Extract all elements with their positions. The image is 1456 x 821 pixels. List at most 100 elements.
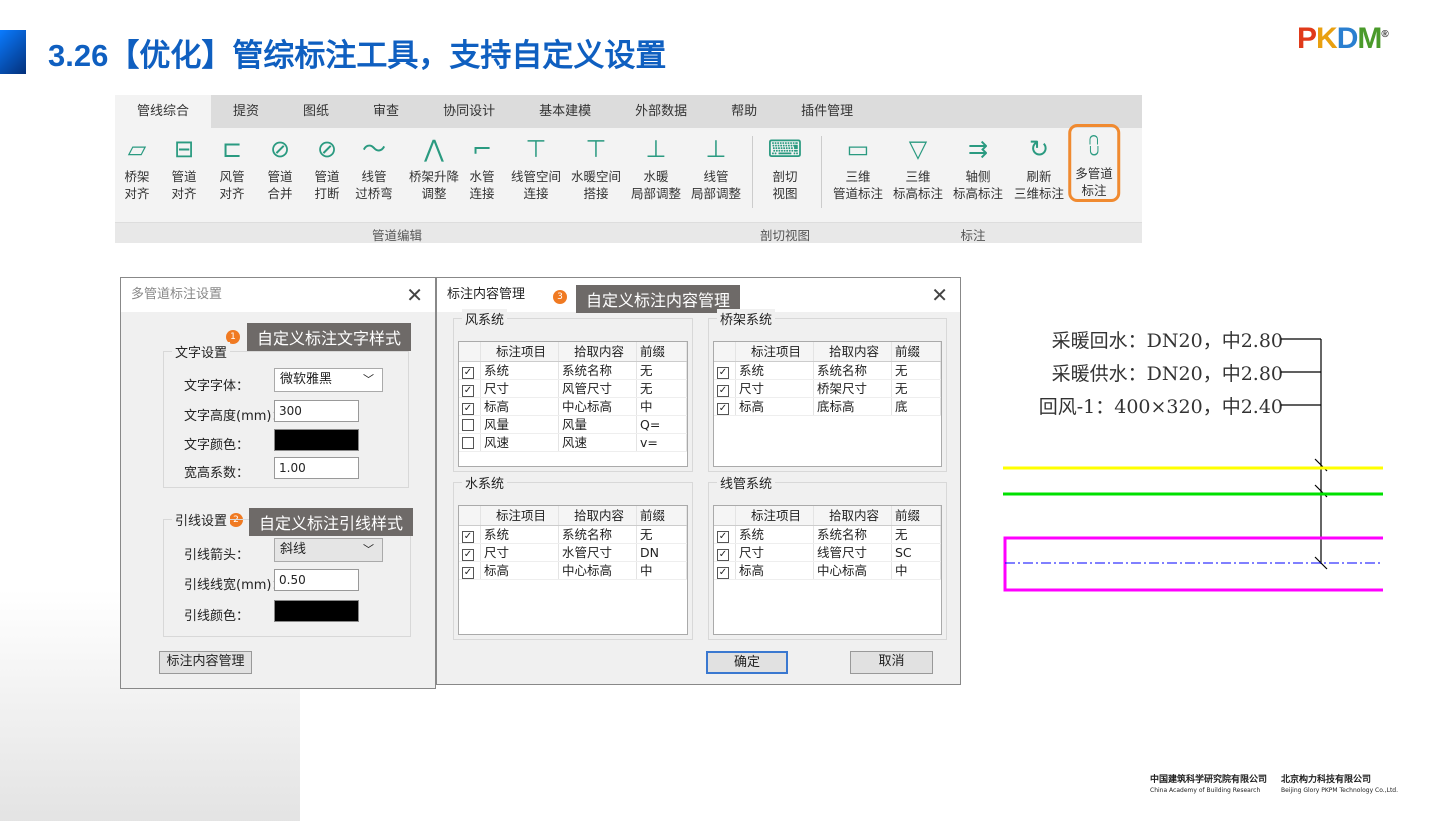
group-label: 水系统 bbox=[462, 473, 508, 492]
column-header: 前缀 bbox=[637, 342, 687, 361]
content-table: 标注项目 拾取内容 前缀 ✓ 系统 系统名称无 ✓ 尺寸 线管尺寸 SC ✓ 标高 中心标高中 bbox=[713, 505, 942, 635]
ribbon-button-9[interactable]: ⊤ 水暖空间 搭接 bbox=[571, 130, 621, 202]
tab-6[interactable]: 外部数据 bbox=[613, 95, 709, 128]
text-height-input[interactable]: 300 bbox=[274, 400, 359, 422]
pick-cell[interactable]: 系统名称 bbox=[814, 526, 892, 543]
ribbon-button-8[interactable]: ⊤ 线管空间 连接 bbox=[511, 130, 561, 202]
prefix-cell[interactable]: 底 bbox=[892, 398, 941, 415]
tab-2[interactable]: 图纸 bbox=[281, 95, 351, 128]
cancel-button[interactable]: 取消 bbox=[850, 651, 933, 674]
button-label: 打断 bbox=[314, 186, 340, 201]
row-checkbox[interactable]: ✓ bbox=[462, 403, 474, 415]
ribbon-button-6[interactable]: ⋀ 桥架升降 调整 bbox=[409, 130, 459, 202]
pick-cell[interactable]: 风速 bbox=[559, 434, 637, 451]
pick-cell[interactable]: 中心标高 bbox=[559, 398, 637, 415]
font-select[interactable]: 微软雅黑 ﹀ bbox=[274, 368, 383, 392]
column-header: 拾取内容 bbox=[814, 506, 892, 525]
pick-cell[interactable]: 系统名称 bbox=[559, 362, 637, 379]
prefix-cell[interactable]: Q= bbox=[637, 416, 687, 433]
item-cell: 系统 bbox=[481, 362, 559, 379]
row-checkbox[interactable]: ✓ bbox=[462, 549, 474, 561]
ribbon-button-3[interactable]: ⊘ 管道 合并 bbox=[267, 130, 292, 202]
prefix-cell[interactable]: 中 bbox=[892, 562, 941, 579]
ribbon-button-1[interactable]: ⊟ 管道 对齐 bbox=[171, 130, 196, 202]
tab-8[interactable]: 插件管理 bbox=[779, 95, 875, 128]
ribbon-button-2[interactable]: ⊏ 风管 对齐 bbox=[219, 130, 244, 202]
ribbon-button-13[interactable]: ▭ 三维 管道标注 bbox=[833, 130, 883, 202]
ribbon-button-11[interactable]: ⊥ 线管 局部调整 bbox=[691, 130, 741, 202]
row-checkbox[interactable]: ✓ bbox=[717, 403, 729, 415]
pick-cell[interactable]: 中心标高 bbox=[559, 562, 637, 579]
tab-1[interactable]: 提资 bbox=[211, 95, 281, 128]
ribbon-button-0[interactable]: ▱ 桥架 对齐 bbox=[124, 130, 149, 202]
prefix-cell[interactable]: 无 bbox=[892, 526, 941, 543]
conduit-bend-icon: 〜 bbox=[361, 135, 386, 163]
row-checkbox[interactable]: ✓ bbox=[462, 367, 474, 379]
ribbon-button-4[interactable]: ⊘ 管道 打断 bbox=[314, 130, 339, 202]
pick-cell[interactable]: 线管尺寸 bbox=[814, 544, 892, 561]
row-checkbox[interactable]: ✓ bbox=[717, 367, 729, 379]
prefix-cell[interactable]: 无 bbox=[892, 380, 941, 397]
prefix-cell[interactable]: 无 bbox=[637, 380, 687, 397]
prefix-cell[interactable]: SC bbox=[892, 544, 941, 561]
dialog-title-bar: 多管道标注设置 ✕ bbox=[121, 278, 435, 312]
pick-cell[interactable]: 系统名称 bbox=[559, 526, 637, 543]
text-color-swatch[interactable] bbox=[274, 429, 359, 451]
close-icon[interactable]: ✕ bbox=[931, 278, 948, 312]
row-checkbox[interactable]: ✓ bbox=[717, 531, 729, 543]
button-label: 连接 bbox=[469, 186, 495, 201]
row-checkbox[interactable]: ✓ bbox=[462, 567, 474, 579]
arrow-select[interactable]: 斜线 ﹀ bbox=[274, 538, 383, 562]
ratio-input[interactable]: 1.00 bbox=[274, 457, 359, 479]
pick-cell[interactable]: 系统名称 bbox=[814, 362, 892, 379]
table-header: 标注项目 拾取内容 前缀 bbox=[459, 506, 687, 526]
pick-cell[interactable]: 中心标高 bbox=[814, 562, 892, 579]
ribbon-button-5[interactable]: 〜线管 过桥弯 bbox=[355, 130, 393, 202]
group-label: 线管系统 bbox=[717, 473, 776, 492]
ribbon: 管线综合 提资 图纸 审查 协同设计 基本建模 外部数据 帮助 插件管理 ▱ 桥架 对齐 ⊟ 管道 对齐 ⊏… bbox=[115, 95, 1142, 243]
button-label: 桥架 bbox=[124, 169, 150, 184]
pick-cell[interactable]: 风量 bbox=[559, 416, 637, 433]
ribbon-button-10[interactable]: ⊥ 水暖 局部调整 bbox=[631, 130, 681, 202]
ribbon-button-7[interactable]: ⌐ 水管 连接 bbox=[469, 130, 494, 202]
ribbon-button-16[interactable]: ↻ 刷新 三维标注 bbox=[1014, 130, 1064, 202]
text-color-label: 文字颜色： bbox=[184, 438, 250, 453]
prefix-cell[interactable]: DN bbox=[637, 544, 687, 561]
row-checkbox[interactable] bbox=[462, 437, 474, 449]
ribbon-button-14[interactable]: ▽ 三维 标高标注 bbox=[893, 130, 943, 202]
ribbon-button-12[interactable]: ⌨ 剖切 视图 bbox=[768, 130, 803, 202]
table-row: ✓ 标高 中心标高中 bbox=[714, 562, 941, 580]
prefix-cell[interactable]: 无 bbox=[892, 362, 941, 379]
prefix-cell[interactable]: 无 bbox=[637, 526, 687, 543]
prefix-cell[interactable]: 中 bbox=[637, 398, 687, 415]
tab-3[interactable]: 审查 bbox=[351, 95, 421, 128]
row-checkbox[interactable]: ✓ bbox=[717, 567, 729, 579]
tab-4[interactable]: 协同设计 bbox=[421, 95, 517, 128]
ok-button[interactable]: 确定 bbox=[706, 651, 788, 674]
ribbon-button-15[interactable]: ⇉ 轴侧 标高标注 bbox=[953, 130, 1003, 202]
row-checkbox[interactable]: ✓ bbox=[462, 385, 474, 397]
button-label: 线管 bbox=[703, 169, 729, 184]
prefix-cell[interactable]: v= bbox=[637, 434, 687, 451]
prefix-cell[interactable]: 中 bbox=[637, 562, 687, 579]
ribbon-button-17[interactable]: ⩇ 多管道 标注 bbox=[1068, 124, 1120, 202]
row-checkbox[interactable] bbox=[462, 419, 474, 431]
row-checkbox[interactable]: ✓ bbox=[717, 385, 729, 397]
leader-width-input[interactable]: 0.50 bbox=[274, 569, 359, 591]
tab-5[interactable]: 基本建模 bbox=[517, 95, 613, 128]
pick-cell[interactable]: 底标高 bbox=[814, 398, 892, 415]
row-checkbox[interactable]: ✓ bbox=[462, 531, 474, 543]
button-label: 水管 bbox=[469, 169, 495, 184]
row-checkbox[interactable]: ✓ bbox=[717, 549, 729, 561]
prefix-cell[interactable]: 无 bbox=[637, 362, 687, 379]
close-icon[interactable]: ✕ bbox=[406, 278, 423, 312]
table-row: ✓ 系统 系统名称无 bbox=[459, 362, 687, 380]
content-manage-button[interactable]: 标注内容管理 bbox=[159, 651, 252, 674]
pick-cell[interactable]: 水管尺寸 bbox=[559, 544, 637, 561]
pick-cell[interactable]: 风管尺寸 bbox=[559, 380, 637, 397]
leader-color-swatch[interactable] bbox=[274, 600, 359, 622]
tab-0[interactable]: 管线综合 bbox=[115, 95, 212, 128]
tab-7[interactable]: 帮助 bbox=[709, 95, 779, 128]
pick-cell[interactable]: 桥架尺寸 bbox=[814, 380, 892, 397]
axon-elevation-icon: ⇉ bbox=[967, 135, 989, 163]
